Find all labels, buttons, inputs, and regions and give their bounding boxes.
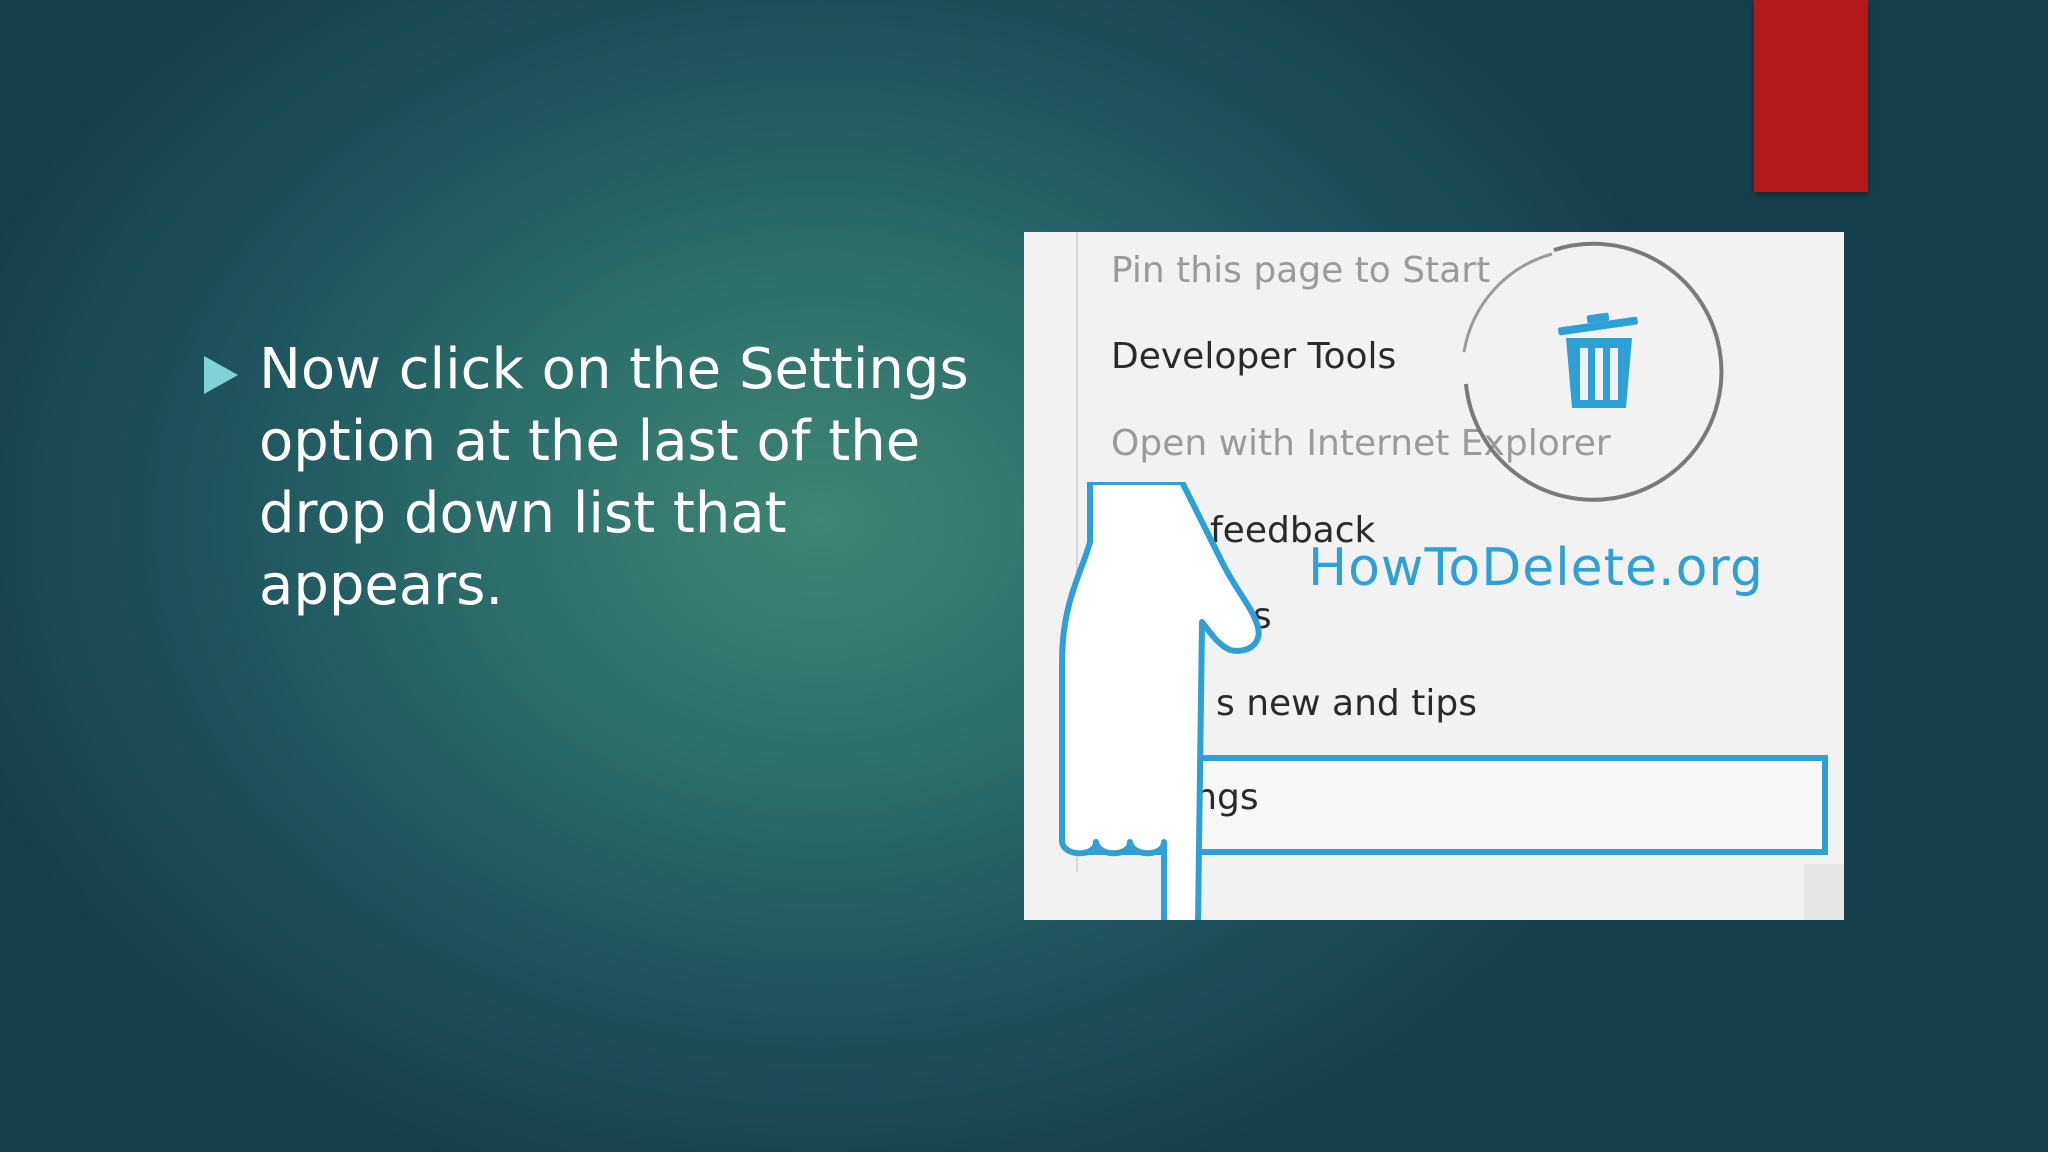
trash-icon: [1558, 312, 1638, 408]
hand-pointer-icon: [1059, 482, 1262, 920]
slide: Now click on the Settings option at the …: [0, 0, 2048, 1152]
logo-circle: [1462, 241, 1724, 502]
embedded-screenshot: Pin this page to Start Developer Tools O…: [1024, 232, 1844, 920]
accent-bar: [1754, 0, 1868, 192]
watermark-text: HowToDelete.org: [1308, 538, 1764, 598]
menu-item-developer-tools[interactable]: Developer Tools: [1111, 336, 1396, 377]
bullet-text: Now click on the Settings option at the …: [259, 337, 969, 618]
bullet-arrow-icon: [204, 356, 238, 394]
scroll-strip: [1804, 864, 1844, 920]
